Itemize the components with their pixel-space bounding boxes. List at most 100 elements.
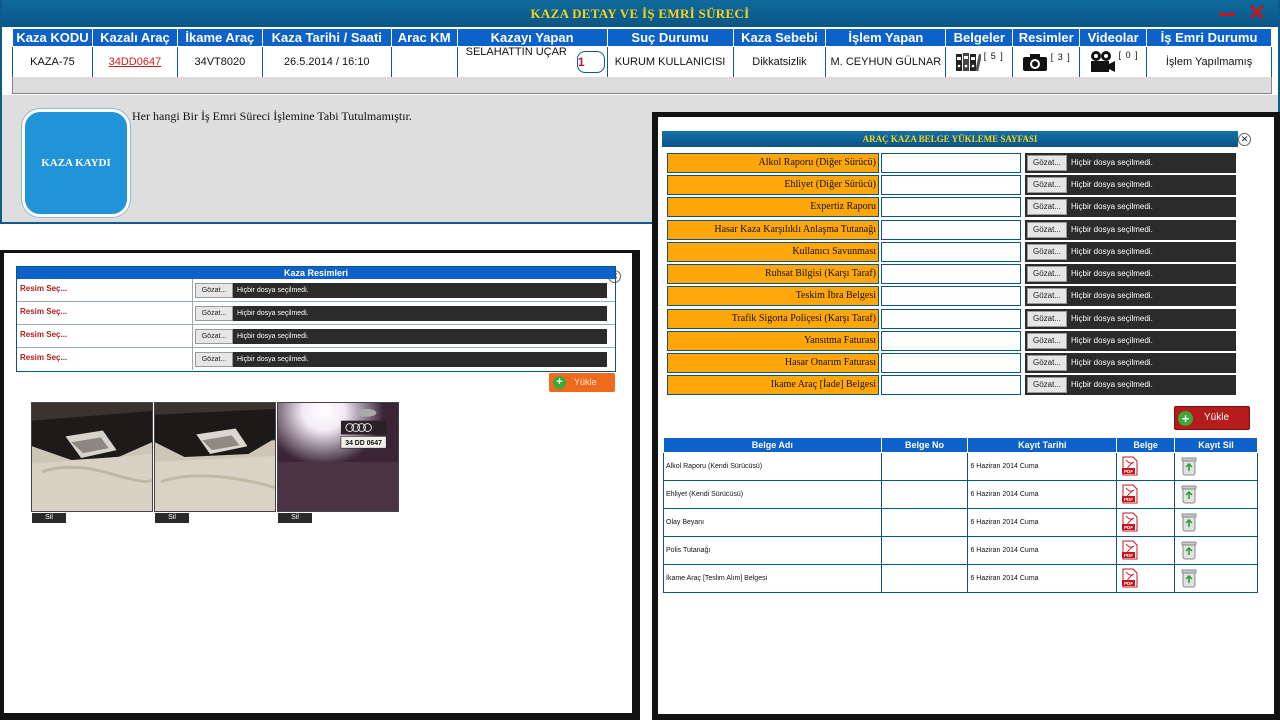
belge-no-input[interactable] bbox=[881, 286, 1021, 306]
resim-upload-button[interactable]: + Yükle bbox=[549, 373, 615, 392]
file-input[interactable]: Gözat... Hiçbir dosya seçilmedi. bbox=[195, 306, 607, 321]
browse-button[interactable]: Gözat... bbox=[1027, 333, 1067, 349]
close-icon[interactable]: ✕ bbox=[1246, 2, 1268, 24]
file-input[interactable]: Gözat... Hiçbir dosya seçilmedi. bbox=[1025, 197, 1236, 217]
close-icon[interactable]: ✕ bbox=[1238, 133, 1251, 146]
belgeler-cell[interactable]: [ 5 ] bbox=[945, 46, 1014, 78]
ikame-arac-cell: 34VT8020 bbox=[176, 46, 263, 78]
file-input[interactable]: Gözat... Hiçbir dosya seçilmedi. bbox=[1025, 353, 1236, 373]
pdf-icon[interactable]: PDF bbox=[1122, 540, 1138, 560]
belge-table-header: Belge Adı Belge No Kayıt Tarihi Belge Ka… bbox=[663, 437, 1258, 453]
browse-button[interactable]: Gözat... bbox=[195, 329, 233, 344]
recycle-bin-icon[interactable] bbox=[1181, 512, 1197, 532]
kazali-arac-cell: 34DD0647 bbox=[91, 46, 178, 78]
col-header: Resimler bbox=[1012, 28, 1081, 47]
kaza-resimleri-popup: ✕ Kaza Resimleri Resim Seç... Gözat... H… bbox=[0, 250, 640, 720]
pdf-icon[interactable]: PDF bbox=[1122, 512, 1138, 532]
file-status: Hiçbir dosya seçilmedi. bbox=[237, 333, 309, 340]
file-status: Hiçbir dosya seçilmedi. bbox=[1071, 291, 1153, 300]
resim-sec-label: Resim Seç... bbox=[20, 353, 68, 362]
browse-button[interactable]: Gözat... bbox=[195, 283, 233, 298]
delete-photo-button[interactable]: Sil bbox=[155, 513, 189, 523]
file-input[interactable]: Gözat... Hiçbir dosya seçilmedi. bbox=[1025, 220, 1236, 240]
belge-no-input[interactable] bbox=[881, 220, 1021, 240]
belge-no-input[interactable] bbox=[881, 153, 1021, 173]
belge-no-cell bbox=[880, 452, 969, 481]
file-status: Hiçbir dosya seçilmedi. bbox=[1071, 158, 1153, 167]
file-input[interactable]: Gözat... Hiçbir dosya seçilmedi. bbox=[1025, 264, 1236, 284]
file-cell: Gözat... Hiçbir dosya seçilmedi. bbox=[192, 279, 617, 301]
resim-row: Resim Seç... Gözat... Hiçbir dosya seçil… bbox=[17, 279, 615, 302]
browse-button[interactable]: Gözat... bbox=[1027, 377, 1067, 393]
video-camera-icon[interactable] bbox=[1088, 50, 1116, 74]
browse-button[interactable]: Gözat... bbox=[1027, 222, 1067, 238]
accident-photo-thumbnail[interactable] bbox=[154, 402, 276, 512]
browse-button[interactable]: Gözat... bbox=[1027, 288, 1067, 304]
recycle-bin-icon[interactable] bbox=[1181, 484, 1197, 504]
file-input[interactable]: Gözat... Hiçbir dosya seçilmedi. bbox=[1025, 175, 1236, 195]
belge-no-input[interactable] bbox=[881, 242, 1021, 262]
col-header: Suç Durumu bbox=[606, 28, 734, 47]
kazayi-yapan-count-badge[interactable]: 1 bbox=[576, 51, 605, 73]
belge-no-input[interactable] bbox=[881, 309, 1021, 329]
browse-button[interactable]: Gözat... bbox=[195, 352, 233, 367]
camera-icon[interactable] bbox=[1022, 52, 1048, 72]
pdf-icon[interactable]: PDF bbox=[1122, 484, 1138, 504]
table-row: Alkol Raporu (Kendi Sürücüsü) 6 Haziran 2… bbox=[663, 452, 1258, 481]
belge-adi-cell: Ehliyet (Kendi Sürücüsü) bbox=[663, 480, 882, 509]
delete-photo-button[interactable]: Sil bbox=[278, 513, 312, 523]
minimize-icon[interactable] bbox=[1216, 4, 1238, 22]
file-status: Hiçbir dosya seçilmedi. bbox=[237, 356, 309, 363]
browse-button[interactable]: Gözat... bbox=[1027, 355, 1067, 371]
delete-photo-button[interactable]: Sil bbox=[32, 513, 66, 523]
resimler-cell[interactable]: [ 3 ] bbox=[1012, 46, 1081, 78]
browse-button[interactable]: Gözat... bbox=[1027, 177, 1067, 193]
pdf-icon[interactable]: PDF bbox=[1122, 568, 1138, 588]
belge-no-cell bbox=[880, 480, 969, 509]
videolar-cell[interactable]: [ 0 ] bbox=[1079, 46, 1148, 78]
file-input[interactable]: Gözat... Hiçbir dosya seçilmedi. bbox=[1025, 286, 1236, 306]
browse-button[interactable]: Gözat... bbox=[1027, 199, 1067, 215]
belge-no-input[interactable] bbox=[881, 175, 1021, 195]
browse-button[interactable]: Gözat... bbox=[1027, 311, 1067, 327]
pdf-icon[interactable]: PDF bbox=[1122, 456, 1138, 476]
file-input[interactable]: Gözat... Hiçbir dosya seçilmedi. bbox=[195, 352, 607, 367]
file-cell: Gözat... Hiçbir dosya seçilmedi. bbox=[192, 302, 617, 324]
browse-button[interactable]: Gözat... bbox=[1027, 244, 1067, 260]
kazali-arac-link[interactable]: 34DD0647 bbox=[109, 56, 162, 68]
recycle-bin-icon[interactable] bbox=[1181, 456, 1197, 476]
file-input[interactable]: Gözat... Hiçbir dosya seçilmedi. bbox=[1025, 242, 1236, 262]
belge-no-input[interactable] bbox=[881, 353, 1021, 373]
file-input[interactable]: Gözat... Hiçbir dosya seçilmedi. bbox=[1025, 375, 1236, 395]
belge-no-cell bbox=[880, 508, 969, 537]
file-input[interactable]: Gözat... Hiçbir dosya seçilmedi. bbox=[1025, 331, 1236, 351]
accident-photo-thumbnail[interactable] bbox=[31, 402, 153, 512]
file-status: Hiçbir dosya seçilmedi. bbox=[1071, 202, 1153, 211]
resimler-count: [ 3 ] bbox=[1050, 52, 1071, 62]
col-header: Kazalı Araç bbox=[91, 28, 178, 47]
browse-button[interactable]: Gözat... bbox=[1027, 155, 1067, 171]
file-status: Hiçbir dosya seçilmedi. bbox=[1071, 225, 1153, 234]
file-input[interactable]: Gözat... Hiçbir dosya seçilmedi. bbox=[1025, 153, 1236, 173]
file-input[interactable]: Gözat... Hiçbir dosya seçilmedi. bbox=[195, 283, 607, 298]
file-input[interactable]: Gözat... Hiçbir dosya seçilmedi. bbox=[195, 329, 607, 344]
belge-no-input[interactable] bbox=[881, 197, 1021, 217]
recycle-bin-icon[interactable] bbox=[1181, 540, 1197, 560]
kaza-kaydi-button[interactable]: KAZA KAYDI bbox=[22, 109, 130, 217]
recycle-bin-icon[interactable] bbox=[1181, 568, 1197, 588]
binders-icon[interactable] bbox=[955, 51, 982, 73]
belge-cell: PDF bbox=[1116, 452, 1176, 481]
belge-no-input[interactable] bbox=[881, 375, 1021, 395]
file-status: Hiçbir dosya seçilmedi. bbox=[1071, 358, 1153, 367]
belge-no-input[interactable] bbox=[881, 264, 1021, 284]
browse-button[interactable]: Gözat... bbox=[1027, 266, 1067, 282]
belge-upload-button[interactable]: + Yükle bbox=[1174, 406, 1250, 430]
belge-no-input[interactable] bbox=[881, 331, 1021, 351]
file-input[interactable]: Gözat... Hiçbir dosya seçilmedi. bbox=[1025, 309, 1236, 329]
accident-photo-thumbnail[interactable]: 34 DD 0647 bbox=[277, 402, 399, 512]
belge-table-body: Alkol Raporu (Kendi Sürücüsü) 6 Haziran 2… bbox=[663, 452, 1258, 593]
kazayi-yapan-cell: SELAHATTİN UÇAR 1 bbox=[456, 46, 608, 78]
browse-button[interactable]: Gözat... bbox=[195, 306, 233, 321]
col-header: İkame Araç bbox=[176, 28, 263, 47]
col-header: Belge Adı bbox=[663, 437, 882, 453]
